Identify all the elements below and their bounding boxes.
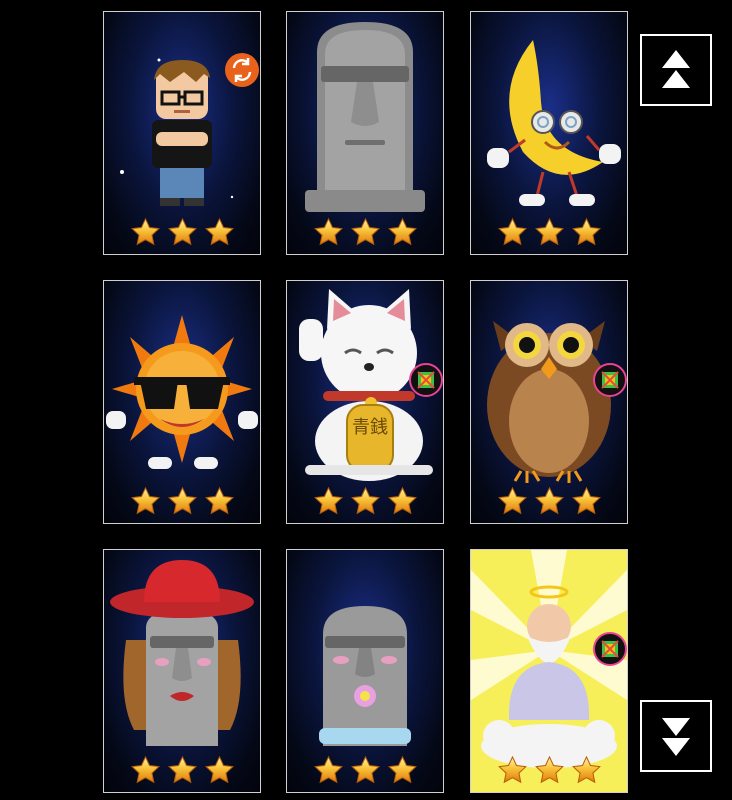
star-icon — [313, 486, 344, 517]
star-icon — [497, 755, 528, 786]
rainbow-badge-icon — [593, 632, 627, 666]
star-icon — [204, 486, 235, 517]
card-moai-with-hat[interactable] — [103, 549, 261, 793]
star-rating — [104, 755, 260, 786]
star-icon — [571, 755, 602, 786]
star-rating — [287, 755, 443, 786]
star-icon — [497, 217, 528, 248]
star-icon — [350, 486, 381, 517]
star-icon — [167, 486, 198, 517]
star-icon — [571, 486, 602, 517]
card-cool-sun[interactable] — [103, 280, 261, 524]
star-icon — [167, 755, 198, 786]
star-icon — [167, 217, 198, 248]
star-icon — [350, 755, 381, 786]
double-up-arrow-icon — [662, 50, 690, 88]
star-rating — [471, 486, 627, 517]
scroll-up-button[interactable] — [640, 34, 712, 106]
star-rating — [471, 217, 627, 248]
star-icon — [387, 486, 418, 517]
card-old-sage[interactable] — [470, 549, 628, 793]
star-rating — [471, 755, 627, 786]
star-icon — [497, 486, 528, 517]
star-icon — [350, 217, 381, 248]
star-rating — [104, 217, 260, 248]
card-owl[interactable] — [470, 280, 628, 524]
star-icon — [571, 217, 602, 248]
star-icon — [387, 217, 418, 248]
star-icon — [313, 755, 344, 786]
star-icon — [204, 755, 235, 786]
card-maneki-neko[interactable]: 青銭 — [286, 280, 444, 524]
card-moai-statue[interactable] — [286, 11, 444, 255]
rainbow-badge-icon — [409, 363, 443, 397]
star-icon — [534, 217, 565, 248]
rainbow-badge-icon — [593, 363, 627, 397]
card-nerd-boy[interactable] — [103, 11, 261, 255]
svg-text:青銭: 青銭 — [352, 417, 388, 438]
card-crescent-moon[interactable] — [470, 11, 628, 255]
star-icon — [130, 755, 161, 786]
star-icon — [313, 217, 344, 248]
star-icon — [534, 755, 565, 786]
star-icon — [130, 217, 161, 248]
star-rating — [287, 486, 443, 517]
star-icon — [387, 755, 418, 786]
card-small-moai[interactable] — [286, 549, 444, 793]
star-rating — [287, 217, 443, 248]
star-rating — [104, 486, 260, 517]
star-icon — [130, 486, 161, 517]
star-icon — [534, 486, 565, 517]
scroll-down-button[interactable] — [640, 700, 712, 772]
star-icon — [204, 217, 235, 248]
double-down-arrow-icon — [662, 718, 690, 756]
swap-icon[interactable] — [224, 52, 260, 88]
